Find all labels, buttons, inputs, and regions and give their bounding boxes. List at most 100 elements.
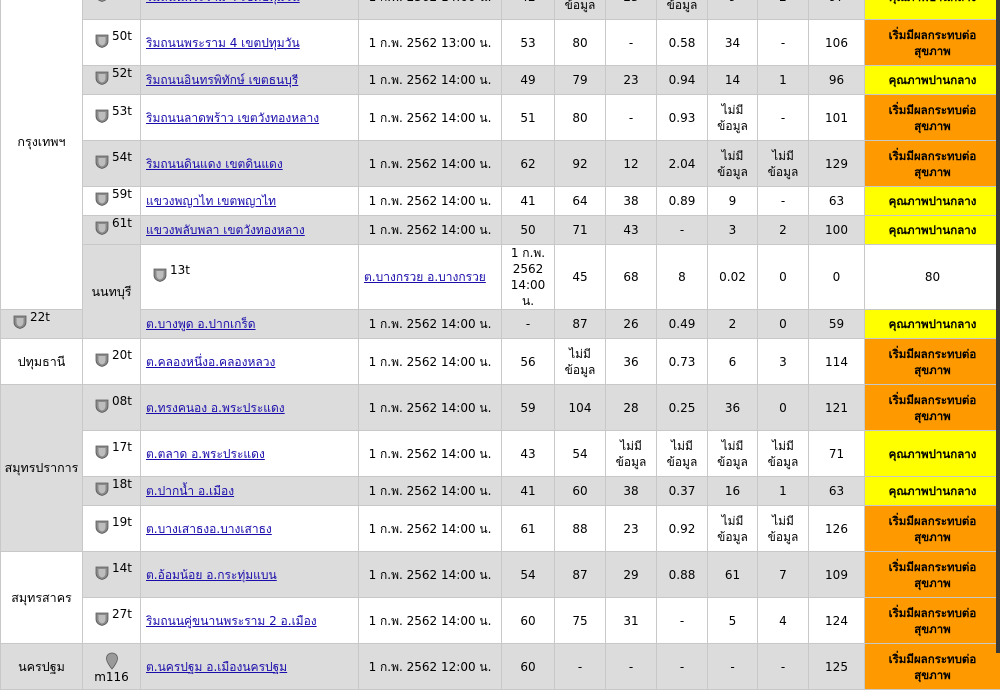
province-text: นนทบุรี	[92, 284, 132, 299]
station-link[interactable]: ต.ทรงคนอง อ.พระประแดง	[146, 401, 285, 415]
shield-icon	[95, 192, 109, 206]
value-cell-v5: ไม่มีข้อมูล	[708, 95, 758, 141]
aqi-level-cell: คุณภาพปานกลาง	[865, 66, 1000, 95]
station-link[interactable]: ริมถนนดินแดง เขตดินแดง	[146, 157, 283, 171]
station-link[interactable]: แขวงพญาไท เขตพญาไท	[146, 194, 276, 208]
station-link[interactable]: แขวงพลับพลา เขตวังทองหลาง	[146, 223, 305, 237]
measure-time-cell: 1 ก.พ. 2562 14:00 น.	[359, 552, 502, 598]
value-cell-v2: 75	[555, 598, 606, 644]
value-text: ไม่มี	[772, 439, 794, 453]
value-cell-v7: 121	[809, 385, 865, 431]
value-text: 2.04	[669, 157, 696, 171]
value-cell-v2: 87	[555, 552, 606, 598]
value-cell-v5: 16	[708, 477, 758, 506]
value-text: 28	[623, 401, 638, 415]
value-text: ไม่มี	[620, 439, 642, 453]
station-id: 50t	[112, 28, 132, 44]
station-id: 17t	[112, 439, 132, 455]
value-cell-v6: 2	[758, 0, 809, 20]
value-text: ข้อมูล	[768, 165, 799, 179]
value-cell-v2: 87	[555, 310, 606, 339]
value-text: 80	[572, 36, 587, 50]
station-link[interactable]: ริมถนนอินทรพิทักษ์ เขตธนบุรี	[146, 73, 298, 87]
value-cell-v7: 129	[809, 141, 865, 187]
station-name-cell: ต.อ้อมน้อย อ.กระทุ่มแบน	[141, 552, 359, 598]
value-text: 4	[779, 614, 787, 628]
station-link[interactable]: ริมถนนลาดพร้าว เขตวังทองหลาง	[146, 111, 319, 125]
value-cell-v4: 0.93	[657, 95, 708, 141]
station-link[interactable]: ริมถนนพระราม 4 เขตปทุมวัน	[146, 36, 300, 50]
value-text: 6	[729, 355, 737, 369]
value-cell-v7: 109	[809, 552, 865, 598]
aqi-level-cell: เริ่มมีผลกระทบต่อสุขภาพ	[865, 506, 1000, 552]
province-cell: กรุงเทพฯ	[1, 0, 83, 310]
station-link[interactable]: ต.บางเสาธงอ.บางเสาธง	[146, 522, 272, 536]
station-link[interactable]: ต.บางกรวย อ.บางกรวย	[364, 270, 486, 284]
station-name-cell: ริมถนนดินแดง เขตดินแดง	[141, 141, 359, 187]
station-link[interactable]: ต.ปากน้ำ อ.เมือง	[146, 484, 234, 498]
station-name-cell: ริมถนนอินทรพิทักษ์ เขตธนบุรี	[141, 66, 359, 95]
value-cell-v4: -	[657, 644, 708, 690]
measure-time-cell: 1 ก.พ. 2562 14:00 น.	[359, 0, 502, 20]
station-name-cell: ริมถนนพระราม 4 เขตปทุมวัน	[141, 0, 359, 20]
aqi-level-cell: เริ่มมีผลกระทบต่อสุขภาพ	[865, 20, 1000, 66]
value-text: ไม่มี	[722, 149, 744, 163]
measure-time-cell: 1 ก.พ. 2562 14:00 น.	[359, 477, 502, 506]
aqi-level-text: เริ่มมีผลกระทบต่อ	[889, 28, 977, 42]
value-text: 38	[623, 484, 638, 498]
value-cell-v7: 63	[809, 477, 865, 506]
value-text: 64	[572, 194, 587, 208]
station-link[interactable]: ริมถนนพระราม 4 เขตปทุมวัน	[146, 0, 300, 4]
station-link[interactable]: ต.คลองหนึ่งอ.คลองหลวง	[146, 355, 275, 369]
station-name-cell: ต.บางกรวย อ.บางกรวย	[359, 245, 502, 310]
value-cell-v1: -	[502, 310, 555, 339]
value-text: ข้อมูล	[616, 455, 647, 469]
table-row: ปทุมธานี20tต.คลองหนึ่งอ.คลองหลวง1 ก.พ. 2…	[1, 339, 1000, 385]
aqi-level-text: เริ่มมีผลกระทบต่อ	[889, 149, 977, 163]
value-text: -	[781, 660, 785, 674]
value-text: 0.02	[719, 270, 746, 284]
station-link[interactable]: ต.อ้อมน้อย อ.กระทุ่มแบน	[146, 568, 277, 582]
province-cell: สมุทรสาคร	[1, 552, 83, 644]
station-name-cell: ต.บางพูด อ.ปากเกร็ด	[141, 310, 359, 339]
value-cell-v5: 2	[708, 310, 758, 339]
value-text: 8	[678, 270, 686, 284]
value-text: -	[730, 660, 734, 674]
value-text: 36	[623, 355, 638, 369]
station-link[interactable]: ต.บางพูด อ.ปากเกร็ด	[146, 317, 256, 331]
measure-time-cell: 1 ก.พ. 2562 14:00 น.	[359, 66, 502, 95]
value-text: 31	[623, 614, 638, 628]
station-link[interactable]: ต.นครปฐม อ.เมืองนครปฐม	[146, 660, 287, 674]
station-id-cell: 17t	[83, 431, 141, 477]
station-name-cell: ต.ตลาด อ.พระประแดง	[141, 431, 359, 477]
value-text: -	[680, 660, 684, 674]
value-cell-v4: 0.94	[657, 66, 708, 95]
value-text: 114	[825, 355, 848, 369]
value-text: 2	[779, 223, 787, 237]
value-text: 50	[520, 223, 535, 237]
aqi-level-text: เริ่มมีผลกระทบต่อ	[889, 393, 977, 407]
province-text: สมุทรสาคร	[11, 590, 72, 605]
value-cell-v1: 43	[502, 431, 555, 477]
value-cell-v6: -	[758, 20, 809, 66]
station-name-cell: ต.ทรงคนอง อ.พระประแดง	[141, 385, 359, 431]
aqi-level-cell: คุณภาพปานกลาง	[865, 187, 1000, 216]
air-quality-table: กรุงเทพฯ ริมถนนพระราม 4 เขตปทุมวัน 1 ก.พ. …	[0, 0, 1000, 690]
value-text: 100	[825, 223, 848, 237]
aqi-level-text: สุขภาพ	[914, 409, 951, 423]
table-row: สมุทรปราการ08tต.ทรงคนอง อ.พระประแดง1 ก.พ…	[1, 385, 1000, 431]
value-cell-v2: 104	[555, 385, 606, 431]
value-text: 96	[829, 73, 844, 87]
value-cell-v1: 54	[502, 552, 555, 598]
aqi-level-text: เริ่มมีผลกระทบต่อ	[889, 514, 977, 528]
station-link[interactable]: ริมถนนคู่ขนานพระราม 2 อ.เมือง	[146, 614, 317, 628]
value-text: 60	[520, 660, 535, 674]
map-pin-icon	[105, 652, 119, 670]
measure-time-cell: 1 ก.พ. 2562 14:00 น.	[359, 141, 502, 187]
value-cell-v3: -	[606, 95, 657, 141]
value-text: 59	[829, 317, 844, 331]
province-cell: ปทุมธานี	[1, 339, 83, 385]
value-text: 60	[572, 484, 587, 498]
station-link[interactable]: ต.ตลาด อ.พระประแดง	[146, 447, 265, 461]
aqi-level-cell: คุณภาพปานกลาง	[865, 216, 1000, 245]
